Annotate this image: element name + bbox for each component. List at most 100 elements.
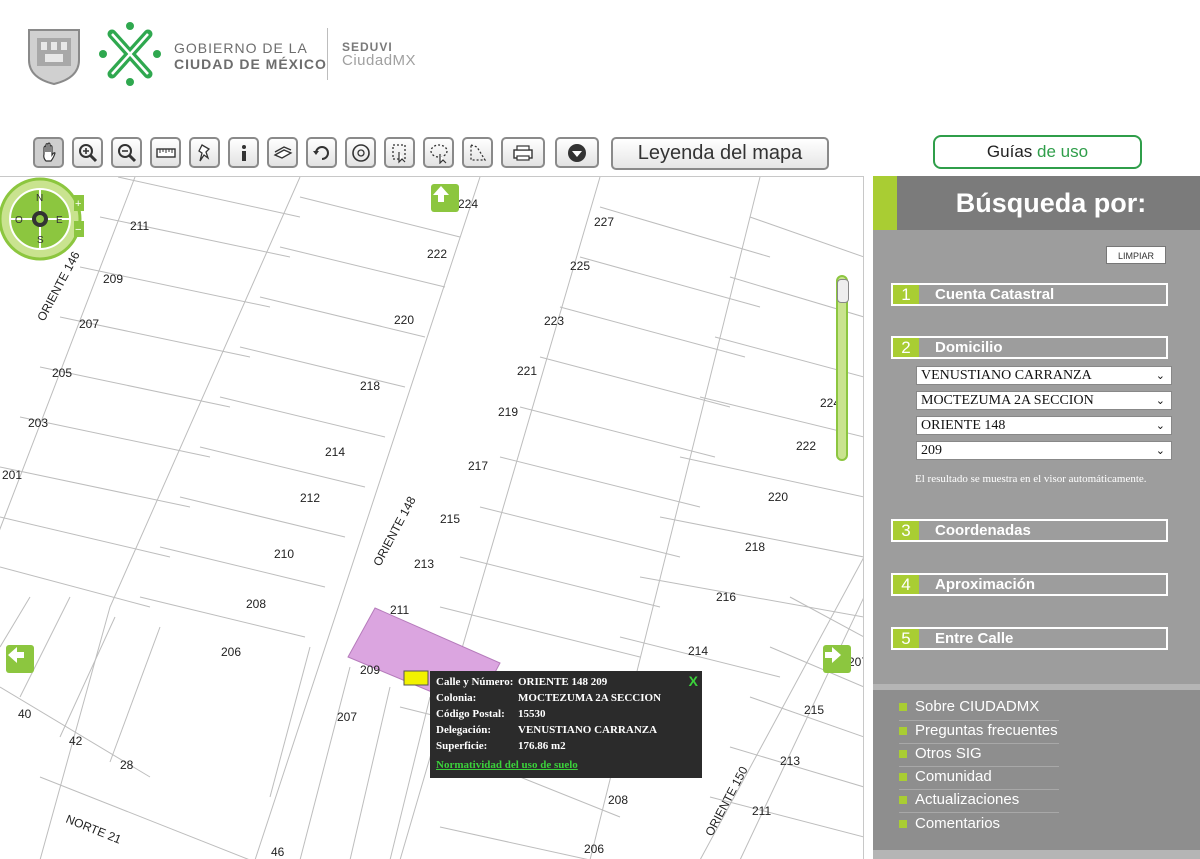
lot-number: 201 [2, 468, 22, 482]
link-preguntas-frecuentes[interactable]: Preguntas frecuentes [899, 722, 1058, 739]
arrow-up-icon [433, 186, 449, 202]
print-icon[interactable] [501, 137, 545, 168]
parcel-marker[interactable] [403, 670, 429, 686]
hand-icon[interactable] [33, 137, 64, 168]
lot-number: 211 [390, 603, 409, 617]
compass-e[interactable]: E [56, 215, 63, 226]
zoom-in-icon[interactable] [72, 137, 103, 168]
layers-icon[interactable] [267, 137, 298, 168]
section-aproximacion[interactable]: 4 Aproximación [891, 573, 1168, 596]
lot-number: 42 [69, 734, 83, 748]
section-coordenadas[interactable]: 3 Coordenadas [891, 519, 1168, 542]
section-domicilio[interactable]: 2 Domicilio [891, 336, 1168, 359]
colonia-select[interactable]: MOCTEZUMA 2A SECCION ⌄ [916, 391, 1172, 410]
link-comentarios[interactable]: Comentarios [899, 815, 1000, 832]
compass-n[interactable]: N [36, 193, 43, 204]
lot-number: 209 [360, 663, 380, 677]
lot-number: 206 [584, 842, 604, 856]
lasso-select-icon[interactable] [423, 137, 454, 168]
lot-number: 208 [608, 793, 628, 807]
lot-number: 214 [325, 445, 345, 459]
cdmx-logo [99, 22, 161, 86]
map-legend-button[interactable]: Leyenda del mapa [611, 137, 829, 170]
link-sobre-ciudadmx[interactable]: Sobre CIUDADMX [899, 698, 1039, 715]
compass-o[interactable]: O [15, 215, 23, 226]
popup-row: Código Postal: 15530 [436, 708, 696, 724]
lot-number: 40 [18, 707, 32, 721]
divider [899, 743, 1059, 744]
zoom-in-button[interactable]: + [75, 198, 81, 210]
circle-select-icon[interactable] [345, 137, 376, 168]
polygon-select-icon[interactable] [462, 137, 493, 168]
bullet-icon [899, 773, 907, 782]
popup-value: 176.86 m2 [518, 740, 566, 752]
pan-west-button[interactable] [6, 645, 34, 673]
lot-number: 218 [745, 540, 765, 554]
delegacion-select[interactable]: VENUSTIANO CARRANZA ⌄ [916, 366, 1172, 385]
lot-number: 46 [271, 845, 285, 859]
street-label: ORIENTE 150 [702, 764, 751, 839]
ruler-icon[interactable] [150, 137, 181, 168]
section-cuenta-catastral[interactable]: 1 Cuenta Catastral [891, 283, 1168, 306]
panel-bottom-bar [873, 850, 1200, 859]
government-name: GOBIERNO DE LA CIUDAD DE MÉXICO [174, 40, 327, 72]
divider [899, 766, 1059, 767]
calle-select[interactable]: ORIENTE 148 ⌄ [916, 416, 1172, 435]
pin-icon[interactable] [189, 137, 220, 168]
compass-control[interactable]: N S E O + − [0, 177, 84, 261]
lot-number: 213 [780, 754, 800, 768]
close-icon[interactable]: X [689, 673, 698, 689]
zoom-out-button[interactable]: − [75, 224, 81, 236]
map-viewer[interactable]: ORIENTE 146 ORIENTE 148 ORIENTE 150 NORT… [0, 176, 864, 859]
bullet-icon [899, 727, 907, 736]
divider [899, 789, 1059, 790]
link-otros-sig[interactable]: Otros SIG [899, 745, 982, 762]
street-label: ORIENTE 148 [370, 494, 419, 569]
section-number: 3 [893, 521, 919, 540]
lot-number: 221 [517, 364, 537, 378]
section-label: Aproximación [935, 576, 1036, 593]
clear-button[interactable]: LIMPIAR [1106, 246, 1166, 264]
zoom-slider-handle[interactable] [837, 279, 849, 303]
land-use-regulation-link[interactable]: Normatividad del uso de suelo [436, 759, 696, 771]
refresh-icon[interactable] [306, 137, 337, 168]
usage-guides-button[interactable]: Guías de uso [933, 135, 1142, 169]
chevron-down-icon: ⌄ [1155, 419, 1165, 432]
popup-key: Código Postal: [436, 708, 505, 720]
lot-number: 214 [688, 644, 708, 658]
info-icon[interactable] [228, 137, 259, 168]
title-accent [873, 176, 897, 230]
lot-number: 224 [458, 197, 478, 211]
section-entre-calle[interactable]: 5 Entre Calle [891, 627, 1168, 650]
lot-number: 220 [768, 490, 788, 504]
lot-number: 223 [544, 314, 564, 328]
lot-number: 217 [468, 459, 488, 473]
rect-select-icon[interactable] [384, 137, 415, 168]
lot-number: 208 [246, 597, 266, 611]
lot-number: 222 [796, 439, 816, 453]
pan-north-button[interactable] [431, 184, 459, 212]
link-actualizaciones[interactable]: Actualizaciones [899, 791, 1019, 808]
popup-key: Calle y Número: [436, 676, 514, 688]
chevron-down-icon: ⌄ [1155, 369, 1165, 382]
download-icon[interactable] [555, 137, 599, 168]
compass-s[interactable]: S [37, 235, 44, 246]
section-label: Cuenta Catastral [935, 286, 1055, 303]
numero-select[interactable]: 209 ⌄ [916, 441, 1172, 460]
pan-east-button[interactable] [823, 645, 851, 673]
link-comunidad[interactable]: Comunidad [899, 768, 992, 785]
select-value: MOCTEZUMA 2A SECCION [921, 393, 1094, 408]
guides-label-1: Guías [986, 142, 1033, 161]
popup-key: Delegación: [436, 724, 491, 736]
gov-line-1: GOBIERNO DE LA [174, 40, 308, 56]
zoom-slider[interactable] [836, 275, 849, 461]
zoom-out-icon[interactable] [111, 137, 142, 168]
chevron-down-icon: ⌄ [1155, 394, 1165, 407]
footer-links: Sobre CIUDADMX Preguntas frecuentes Otro… [873, 684, 1200, 859]
parcel-info-popup: X Calle y Número: ORIENTE 148 209 Colonia… [430, 671, 702, 778]
arrow-left-icon [8, 647, 24, 663]
section-number: 5 [893, 629, 919, 648]
chevron-down-icon: ⌄ [1155, 444, 1165, 457]
arrow-right-icon [825, 647, 841, 663]
divider [899, 812, 1059, 813]
